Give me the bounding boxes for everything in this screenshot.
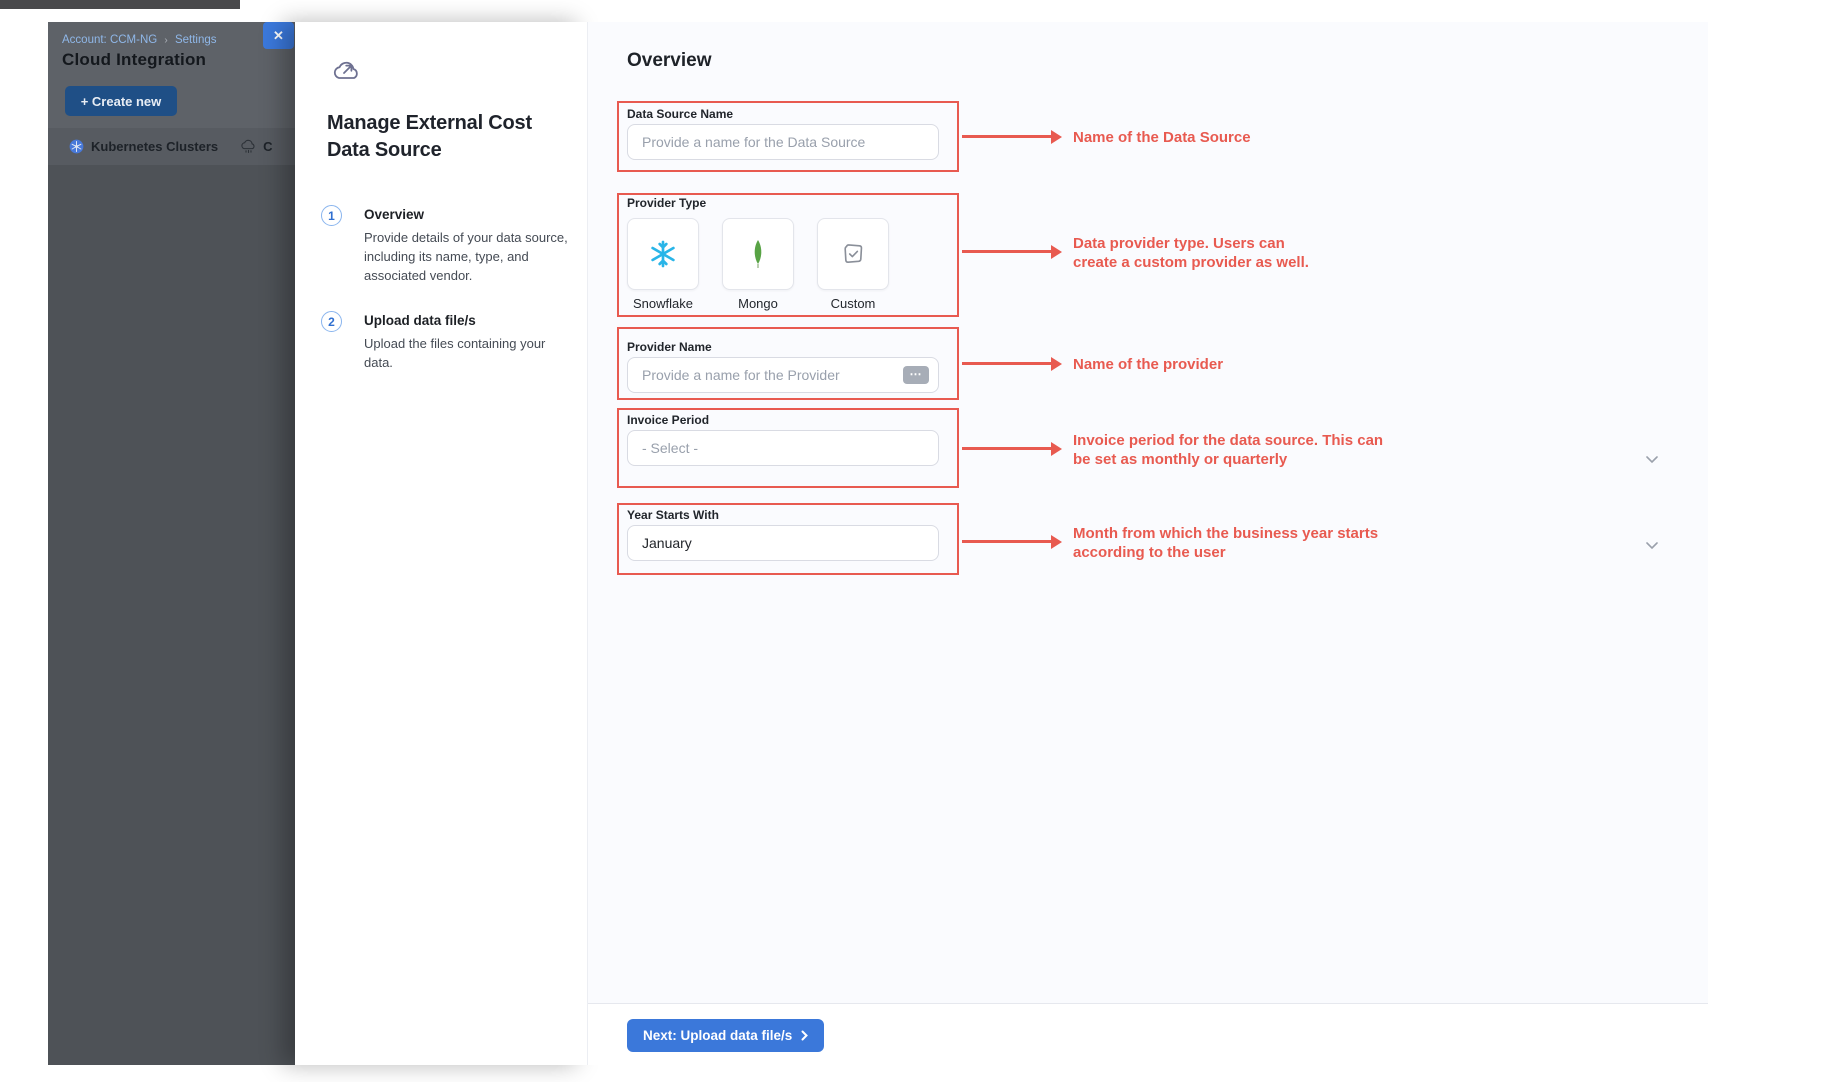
page-title: Cloud Integration [62, 50, 206, 70]
provider-name-input[interactable] [627, 357, 939, 393]
year-starts-with-select[interactable]: January [627, 525, 939, 561]
next-button-label: Next: Upload data file/s [643, 1028, 792, 1043]
cloud-export-icon [330, 56, 362, 91]
tab-cloud-partial-label: C [263, 139, 272, 154]
step-2-title[interactable]: Upload data file/s [364, 313, 476, 328]
drawer-stepper-panel [295, 22, 588, 1065]
chevron-down-icon[interactable] [1645, 537, 1659, 555]
breadcrumb[interactable]: Account: CCM-NG › Settings [62, 34, 217, 46]
year-starts-with-label: Year Starts With [627, 508, 719, 522]
provider-type-label: Provider Type [627, 196, 706, 210]
drawer-title: Manage External Cost Data Source [327, 110, 572, 164]
annotation-text-year-starts-with: Month from which the business year start… [1073, 524, 1378, 562]
provider-mongo-label: Mongo [713, 296, 803, 311]
annotation-text-provider-type: Data provider type. Users cancreate a cu… [1073, 234, 1309, 272]
step-2-indicator[interactable]: 2 [321, 311, 342, 332]
invoice-period-label: Invoice Period [627, 413, 709, 427]
step-1-number: 1 [328, 209, 335, 223]
provider-name-field-wrap: ⋯ [627, 357, 939, 393]
breadcrumb-separator-icon: › [164, 35, 167, 46]
mongo-leaf-icon [751, 239, 765, 269]
annotation-arrow-icon [962, 250, 1052, 253]
tab-kubernetes-clusters[interactable]: Kubernetes Clusters [69, 139, 218, 154]
annotation-arrow-icon [962, 540, 1052, 543]
invoice-period-placeholder: - Select - [642, 440, 698, 456]
provider-name-label: Provider Name [627, 340, 712, 354]
year-starts-with-value: January [642, 535, 692, 551]
annotation-text-provider-name: Name of the provider [1073, 355, 1223, 374]
chevron-down-icon[interactable] [1645, 451, 1659, 469]
drawer-content-panel [588, 22, 1708, 1003]
kubernetes-icon [69, 139, 84, 154]
breadcrumb-account-link[interactable]: Account: CCM-NG [62, 34, 157, 46]
step-1-description: Provide details of your data source, inc… [364, 228, 576, 285]
close-icon: ✕ [273, 28, 284, 43]
data-source-name-input[interactable] [627, 124, 939, 160]
snowflake-icon [647, 238, 679, 270]
provider-card-custom[interactable] [817, 218, 889, 290]
create-new-button[interactable]: + Create new [65, 86, 177, 116]
step-2-description: Upload the files containing your data. [364, 334, 576, 372]
dimmed-background-page: Account: CCM-NG › Settings Cloud Integra… [48, 22, 295, 1065]
invoice-period-select[interactable]: - Select - [627, 430, 939, 466]
provider-snowflake-label: Snowflake [618, 296, 708, 311]
annotation-arrow-icon [962, 447, 1052, 450]
annotation-text-data-source-name: Name of the Data Source [1073, 128, 1251, 147]
provider-custom-label: Custom [808, 296, 898, 311]
next-upload-data-files-button[interactable]: Next: Upload data file/s [627, 1019, 824, 1052]
annotation-text-invoice-period: Invoice period for the data source. This… [1073, 431, 1383, 469]
step-1-title[interactable]: Overview [364, 207, 424, 222]
page-header: Account: CCM-NG › Settings Cloud Integra… [48, 22, 295, 128]
breadcrumb-settings-link[interactable]: Settings [175, 34, 217, 46]
form-heading: Overview [627, 50, 712, 72]
tab-kubernetes-label: Kubernetes Clusters [91, 139, 218, 154]
close-button[interactable]: ✕ [263, 22, 294, 49]
expression-badge-icon[interactable]: ⋯ [903, 366, 929, 384]
window-residue-strip [0, 0, 240, 9]
tab-cloud-partial[interactable]: C [240, 139, 272, 154]
tab-bar: Kubernetes Clusters C [48, 128, 295, 165]
provider-card-mongo[interactable] [722, 218, 794, 290]
annotation-arrow-icon [962, 362, 1052, 365]
data-source-name-label: Data Source Name [627, 107, 733, 121]
provider-card-snowflake[interactable] [627, 218, 699, 290]
annotation-arrow-icon [962, 135, 1052, 138]
custom-provider-icon [840, 241, 866, 267]
cloud-tab-icon [240, 139, 257, 154]
step-2-number: 2 [328, 315, 335, 329]
step-1-indicator[interactable]: 1 [321, 205, 342, 226]
chevron-right-icon [801, 1030, 808, 1041]
